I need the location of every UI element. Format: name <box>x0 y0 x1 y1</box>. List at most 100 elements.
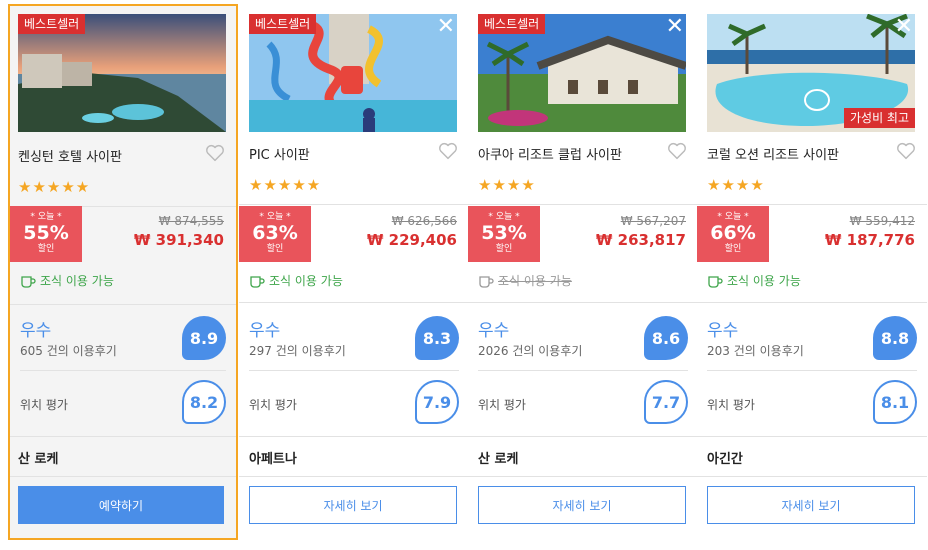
bestseller-badge: 베스트셀러 <box>249 14 317 34</box>
heart-outline-icon[interactable] <box>895 140 917 162</box>
coffee-cup-icon <box>21 275 36 288</box>
divider <box>468 436 698 437</box>
hotel-name[interactable]: 코럴 오션 리조트 사이판 <box>707 144 839 163</box>
review-count[interactable]: 297 건의 이용후기 <box>249 342 346 359</box>
hotel-card-pic[interactable]: 베스트셀러 ✕ PIC 사이판 ★★★★★ * 오늘 * 63% 할인 ₩ 62… <box>239 4 469 540</box>
divider <box>697 436 927 437</box>
hotel-area: 산 로케 <box>18 452 59 467</box>
discount-percent: 63% <box>252 222 298 244</box>
hotel-name[interactable]: PIC 사이판 <box>249 144 310 163</box>
best-value-badge: 가성비 최고 <box>843 108 915 128</box>
discount-percent: 55% <box>23 222 69 244</box>
close-icon[interactable]: ✕ <box>895 16 913 38</box>
divider <box>468 302 698 303</box>
discount-badge: * 오늘 * 53% 할인 <box>468 206 540 262</box>
today-label: * 오늘 * <box>259 212 291 222</box>
review-score-badge: 8.6 <box>644 316 688 360</box>
location-rating-label: 위치 평가 <box>707 398 755 412</box>
details-button[interactable]: 자세히 보기 <box>478 486 686 524</box>
heart-outline-icon[interactable] <box>204 142 226 164</box>
breakfast-label: 조식 이용 가능 <box>40 274 114 288</box>
today-label: * 오늘 * <box>717 212 749 222</box>
hotel-card-aqua[interactable]: 베스트셀러 ✕ 아쿠아 리조트 클럽 사이판 ★★★★ * 오늘 * 53% 할… <box>468 4 698 540</box>
review-count[interactable]: 203 건의 이용후기 <box>707 342 804 359</box>
divider <box>697 476 927 477</box>
original-price: ₩ 559,412 <box>849 214 915 228</box>
rating-word: 우수 <box>249 321 281 341</box>
hotel-comparison-list: 베스트셀러 켄싱턴 호텔 사이판 ★★★★★ * 오늘 * 55% 할인 ₩ 8… <box>0 0 928 550</box>
breakfast-info: 조식 이용 가능 <box>249 272 343 289</box>
star-rating: ★★★★★ <box>18 178 91 196</box>
hotel-area: 아페트나 <box>249 452 297 467</box>
divider <box>10 436 236 437</box>
sale-price: ₩ 187,776 <box>824 231 915 249</box>
location-rating-label: 위치 평가 <box>249 398 297 412</box>
original-price: ₩ 874,555 <box>158 214 224 228</box>
review-score-badge: 8.9 <box>182 316 226 360</box>
close-icon[interactable]: ✕ <box>666 16 684 38</box>
divider <box>10 304 236 305</box>
original-price: ₩ 626,566 <box>391 214 457 228</box>
hotel-name[interactable]: 아쿠아 리조트 클럽 사이판 <box>478 144 622 163</box>
details-button[interactable]: 자세히 보기 <box>249 486 457 524</box>
star-rating: ★★★★ <box>707 176 765 194</box>
heart-outline-icon[interactable] <box>666 140 688 162</box>
heart-outline-icon[interactable] <box>437 140 459 162</box>
location-score-badge: 8.1 <box>873 380 917 424</box>
book-button[interactable]: 예약하기 <box>18 486 224 524</box>
location-score-badge: 7.7 <box>644 380 688 424</box>
discount-badge: * 오늘 * 55% 할인 <box>10 206 82 262</box>
sale-price: ₩ 391,340 <box>133 231 224 249</box>
divider <box>697 302 927 303</box>
coffee-cup-icon <box>250 275 265 288</box>
sale-label: 할인 <box>724 244 742 254</box>
today-label: * 오늘 * <box>488 212 520 222</box>
hotel-name[interactable]: 켄싱턴 호텔 사이판 <box>18 146 122 165</box>
original-price: ₩ 567,207 <box>620 214 686 228</box>
review-count[interactable]: 2026 건의 이용후기 <box>478 342 582 359</box>
hotel-area: 아긴간 <box>707 452 743 467</box>
sale-price: ₩ 263,817 <box>595 231 686 249</box>
sale-price: ₩ 229,406 <box>366 231 457 249</box>
coffee-cup-icon <box>708 275 723 288</box>
location-rating-label: 위치 평가 <box>20 398 68 412</box>
location-score-badge: 7.9 <box>415 380 459 424</box>
hotel-card-kensington[interactable]: 베스트셀러 켄싱턴 호텔 사이판 ★★★★★ * 오늘 * 55% 할인 ₩ 8… <box>8 4 238 540</box>
sale-label: 할인 <box>37 244 55 254</box>
today-label: * 오늘 * <box>30 212 62 222</box>
bestseller-badge: 베스트셀러 <box>478 14 546 34</box>
divider <box>20 370 226 371</box>
location-rating-label: 위치 평가 <box>478 398 526 412</box>
rating-word: 우수 <box>20 321 52 341</box>
divider <box>239 436 469 437</box>
discount-badge: * 오늘 * 66% 할인 <box>697 206 769 262</box>
divider <box>468 476 698 477</box>
bestseller-badge: 베스트셀러 <box>18 14 86 34</box>
close-icon[interactable]: ✕ <box>437 16 455 38</box>
breakfast-label: 조식 이용 가능 <box>727 274 801 288</box>
breakfast-info: 조식 이용 가능 <box>20 272 114 289</box>
divider <box>249 370 459 371</box>
hotel-area: 산 로케 <box>478 452 519 467</box>
breakfast-info: 조식 이용 가능 <box>478 272 572 289</box>
star-rating: ★★★★★ <box>249 176 322 194</box>
sale-label: 할인 <box>495 244 513 254</box>
breakfast-info: 조식 이용 가능 <box>707 272 801 289</box>
divider <box>239 204 469 205</box>
breakfast-label: 조식 이용 가능 <box>498 274 572 288</box>
review-score-badge: 8.3 <box>415 316 459 360</box>
divider <box>239 476 469 477</box>
rating-word: 우수 <box>707 321 739 341</box>
divider <box>468 204 698 205</box>
divider <box>707 370 917 371</box>
review-count[interactable]: 605 건의 이용후기 <box>20 342 117 359</box>
discount-badge: * 오늘 * 63% 할인 <box>239 206 311 262</box>
sale-label: 할인 <box>266 244 284 254</box>
divider <box>10 476 236 477</box>
details-button[interactable]: 자세히 보기 <box>707 486 915 524</box>
divider <box>239 302 469 303</box>
coffee-cup-icon <box>479 275 494 288</box>
divider <box>478 370 688 371</box>
star-rating: ★★★★ <box>478 176 536 194</box>
hotel-card-coral-ocean[interactable]: ✕ 가성비 최고 코럴 오션 리조트 사이판 ★★★★ * 오늘 * 66% 할… <box>697 4 927 540</box>
